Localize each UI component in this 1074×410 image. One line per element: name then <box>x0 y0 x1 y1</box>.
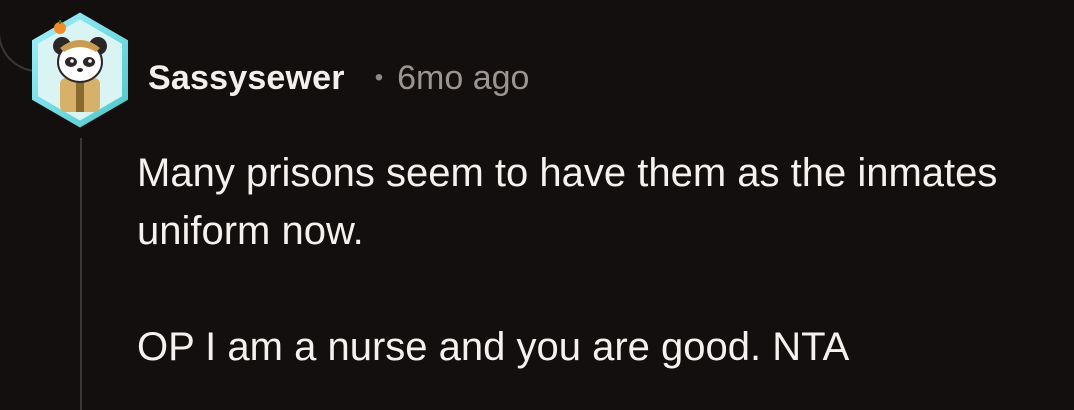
comment-timestamp[interactable]: 6mo ago <box>397 59 529 98</box>
comment-body: Many prisons seem to have them as the in… <box>137 144 1057 376</box>
thread-line[interactable] <box>80 138 82 410</box>
comment-paragraph: OP I am a nurse and you are good. NTA <box>137 325 850 369</box>
username-link[interactable]: Sassysewer <box>148 59 345 98</box>
panda-avatar-icon[interactable] <box>30 12 130 130</box>
comment-container: Sassysewer • 6mo ago Many prisons seem t… <box>0 0 1074 410</box>
comment-paragraph: Many prisons seem to have them as the in… <box>137 151 998 253</box>
comment-header: Sassysewer • 6mo ago <box>148 56 529 100</box>
meta-separator: • <box>374 64 384 91</box>
